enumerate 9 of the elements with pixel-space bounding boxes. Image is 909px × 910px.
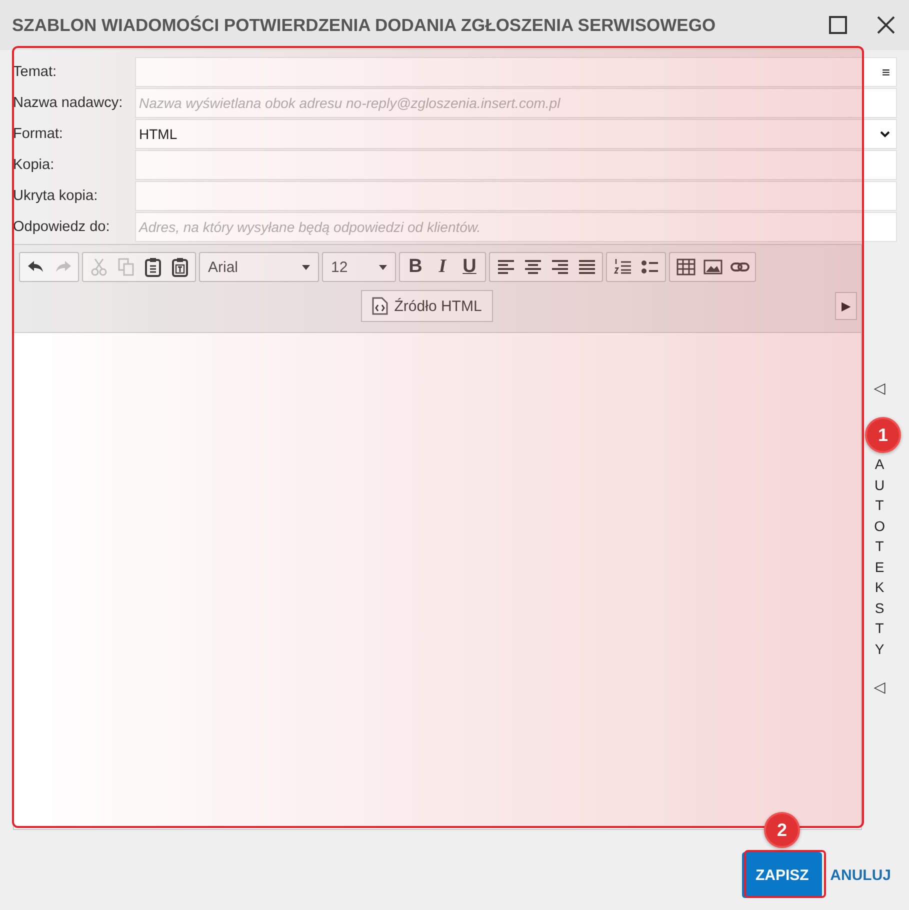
- field-label: Odpowiedz do:: [13, 219, 111, 235]
- field-label: Ukryta kopia:: [13, 188, 99, 204]
- field-label: Kopia:: [13, 157, 56, 173]
- field-label: Nazwa nadawcy:: [13, 95, 124, 111]
- callout-badge: 1: [865, 417, 901, 453]
- window-title: SZABLON WIADOMOŚCI POTWIERDZENIA DODANIA ZGŁOSZENIA SERWISOWEGO: [12, 14, 717, 36]
- field-label: Format:: [13, 126, 64, 142]
- field-label: Temat:: [13, 64, 58, 80]
- callout-badge: 2: [764, 812, 800, 848]
